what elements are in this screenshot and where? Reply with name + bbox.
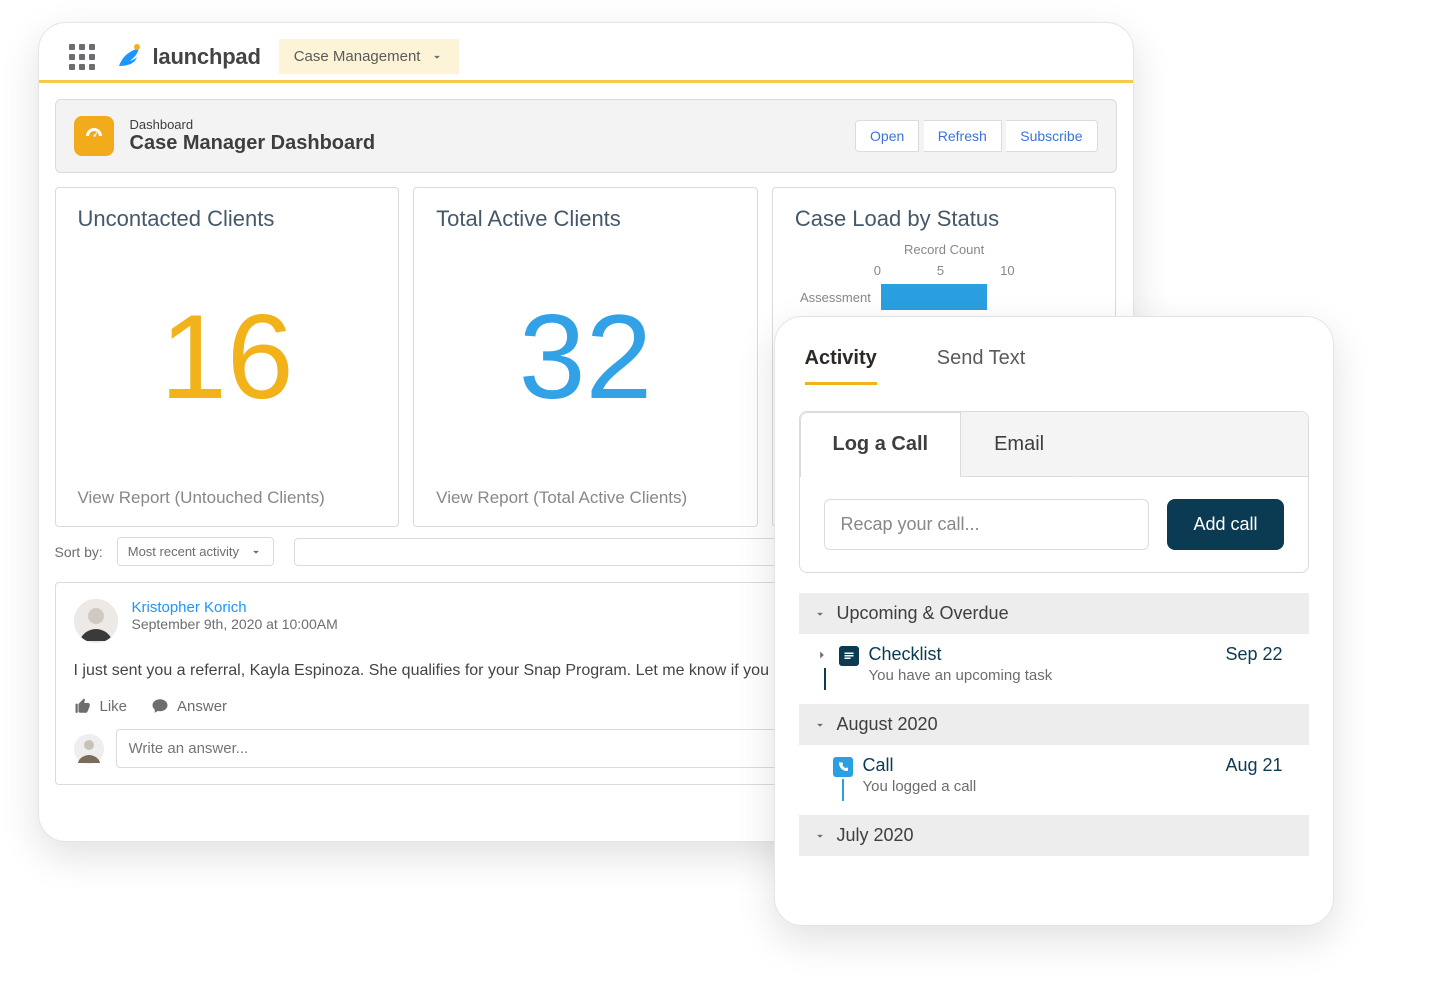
caret-down-icon [249, 545, 263, 559]
card-title: Case Load by Status [795, 206, 1094, 232]
task-icon [839, 646, 859, 666]
axis-label: Record Count [795, 242, 1094, 257]
subtabs: Log a Call Email [800, 412, 1308, 477]
post-author-link[interactable]: Kristopher Korich [132, 599, 338, 616]
brand-logo: launchpad [113, 41, 261, 73]
dashboard-icon [74, 116, 114, 156]
sort-selected: Most recent activity [128, 544, 239, 559]
post-timestamp: September 9th, 2020 at 10:00AM [132, 616, 338, 632]
section-title: July 2020 [837, 825, 914, 846]
section-august-2020[interactable]: August 2020 [799, 704, 1309, 745]
answer-button[interactable]: Answer [151, 697, 227, 715]
chart-track [881, 284, 1094, 310]
row-label: Assessment [795, 290, 871, 305]
nav-tab-label: Case Management [294, 48, 421, 65]
call-icon [833, 757, 853, 777]
chevron-right-icon [815, 648, 829, 662]
page-header: Dashboard Case Manager Dashboard Open Re… [55, 99, 1117, 173]
sort-select[interactable]: Most recent activity [117, 537, 274, 566]
answer-label: Answer [177, 698, 227, 715]
tab-send-text[interactable]: Send Text [937, 335, 1026, 385]
metric-value: 32 [436, 232, 735, 482]
subscribe-button[interactable]: Subscribe [1006, 120, 1097, 152]
chevron-down-icon [813, 829, 827, 843]
tab-activity[interactable]: Activity [805, 335, 877, 385]
view-report-link[interactable]: View Report (Total Active Clients) [436, 488, 735, 508]
recap-placeholder: Recap your call... [841, 514, 980, 534]
open-button[interactable]: Open [855, 120, 919, 152]
tick: 5 [937, 263, 944, 278]
section-title: August 2020 [837, 714, 938, 735]
tick: 10 [1000, 263, 1014, 278]
chat-icon [151, 697, 169, 715]
tick: 0 [874, 263, 881, 278]
chevron-down-icon [813, 607, 827, 621]
topbar: launchpad Case Management [39, 23, 1133, 74]
sort-label: Sort by: [55, 544, 103, 560]
item-subtitle: You logged a call [863, 778, 1216, 795]
page-title: Case Manager Dashboard [130, 132, 376, 155]
chevron-down-icon [813, 718, 827, 732]
view-report-link[interactable]: View Report (Untouched Clients) [78, 488, 377, 508]
section-upcoming-overdue[interactable]: Upcoming & Overdue [799, 593, 1309, 634]
avatar [74, 734, 104, 764]
accent-rule [39, 80, 1133, 83]
page-eyebrow: Dashboard [130, 117, 376, 132]
nav-tab-case-management[interactable]: Case Management [279, 39, 460, 74]
recap-input[interactable]: Recap your call... [824, 499, 1150, 550]
timeline-item-call[interactable]: Call You logged a call Aug 21 [775, 745, 1333, 795]
brand-name: launchpad [153, 44, 261, 70]
subtab-email[interactable]: Email [961, 412, 1077, 477]
app-launcher-icon[interactable] [69, 44, 95, 70]
chevron-down-icon [430, 50, 444, 64]
axis-ticks: 0 5 10 [795, 263, 1094, 278]
item-title: Call [863, 755, 1216, 776]
timeline-item-checklist[interactable]: Checklist You have an upcoming task Sep … [775, 634, 1333, 684]
card-title: Total Active Clients [436, 206, 735, 232]
item-date: Aug 21 [1225, 755, 1308, 776]
thumbs-up-icon [74, 697, 92, 715]
activity-panel: Activity Send Text Log a Call Email Reca… [774, 316, 1334, 926]
chart-row: Assessment [795, 284, 1094, 310]
item-title: Checklist [869, 644, 1216, 665]
section-title: Upcoming & Overdue [837, 603, 1009, 624]
add-call-button[interactable]: Add call [1167, 499, 1283, 550]
card-total-active-clients: Total Active Clients 32 View Report (Tot… [413, 187, 758, 527]
card-uncontacted-clients: Uncontacted Clients 16 View Report (Unto… [55, 187, 400, 527]
refresh-button[interactable]: Refresh [924, 120, 1002, 152]
item-subtitle: You have an upcoming task [869, 667, 1216, 684]
section-july-2020[interactable]: July 2020 [799, 815, 1309, 856]
page-actions: Open Refresh Subscribe [855, 120, 1097, 152]
like-button[interactable]: Like [74, 697, 128, 715]
like-label: Like [100, 698, 128, 715]
subtab-log-a-call[interactable]: Log a Call [800, 412, 962, 477]
chart-bar [881, 284, 987, 310]
avatar [74, 599, 118, 643]
item-date: Sep 22 [1225, 644, 1308, 665]
metric-value: 16 [78, 232, 377, 482]
card-title: Uncontacted Clients [78, 206, 377, 232]
